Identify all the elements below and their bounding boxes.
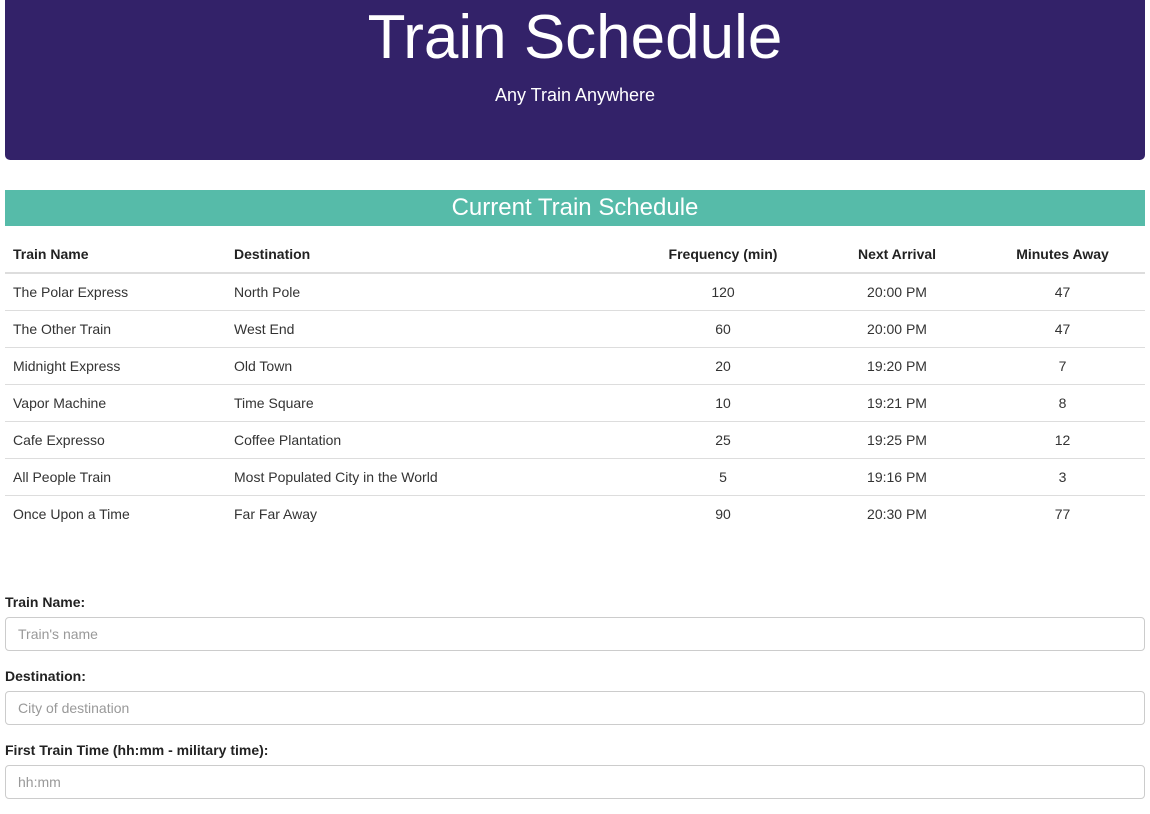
- cell-destination: North Pole: [234, 284, 301, 300]
- column-header-destination: Destination: [226, 236, 632, 274]
- first-train-time-label: First Train Time (hh:mm - military time)…: [5, 742, 269, 758]
- cell-destination: Most Populated City in the World: [226, 458, 632, 496]
- cell-next-arrival: 20:00 PM: [867, 284, 927, 300]
- cell-next-arrival: 19:20 PM: [814, 347, 980, 385]
- cell-next-arrival: 19:16 PM: [814, 458, 980, 496]
- cell-frequency: 25: [632, 421, 814, 459]
- destination-label: Destination:: [5, 668, 86, 684]
- cell-frequency: 90: [632, 495, 814, 532]
- cell-destination: Time Square: [226, 384, 632, 422]
- table-row: The Other Train West End 60 20:00 PM 47: [5, 310, 1145, 348]
- cell-train-name: All People Train: [5, 458, 226, 496]
- cell-next-arrival: 19:25 PM: [814, 421, 980, 459]
- cell-minutes-away: 12: [980, 421, 1145, 459]
- column-header-frequency: Frequency (min): [632, 236, 814, 274]
- column-header-train-name: Train Name: [5, 236, 226, 274]
- cell-minutes-away: 77: [980, 495, 1145, 532]
- cell-destination: Far Far Away: [226, 495, 632, 532]
- cell-train-name: Midnight Express: [5, 347, 226, 385]
- cell-minutes-away: 7: [980, 347, 1145, 385]
- cell-train-name: Once Upon a Time: [5, 495, 226, 532]
- cell-destination: West End: [226, 310, 632, 348]
- cell-destination: Coffee Plantation: [226, 421, 632, 459]
- page-title: Train Schedule: [367, 3, 783, 72]
- column-header-minutes-away: Minutes Away: [980, 236, 1145, 274]
- cell-minutes-away: 3: [980, 458, 1145, 496]
- table-row: The Polar Express North Pole 120 20:00 PM 47: [5, 273, 1145, 311]
- cell-minutes-away: 47: [980, 310, 1145, 348]
- cell-frequency: 20: [632, 347, 814, 385]
- page-header: Train Schedule Any Train Anywhere: [5, 0, 1145, 160]
- table-row: All People Train Most Populated City in t…: [5, 458, 1145, 496]
- table-header-row: Train Name Destination Frequency (min) N…: [5, 236, 1145, 274]
- cell-minutes-away: 8: [980, 384, 1145, 422]
- table-row: Cafe Expresso Coffee Plantation 25 19:25 PM…: [5, 421, 1145, 459]
- cell-train-name: Cafe Expresso: [5, 421, 226, 459]
- destination-group: Destination:: [5, 666, 1145, 725]
- cell-next-arrival: 20:00 PM: [814, 310, 980, 348]
- cell-frequency: 120: [711, 284, 735, 300]
- table-row: Vapor Machine Time Square 10 19:21 PM 8: [5, 384, 1145, 422]
- add-train-form: Train Name: Destination: First Train Tim…: [5, 592, 1145, 814]
- schedule-body: The Polar Express North Pole 120 20:00 PM 47…: [5, 273, 1145, 532]
- table-row: Once Upon a Time Far Far Away 90 20:30 PM 77: [5, 495, 1145, 532]
- cell-frequency: 10: [632, 384, 814, 422]
- cell-minutes-away: 47: [1054, 284, 1071, 300]
- train-name-group: Train Name:: [5, 592, 1145, 651]
- schedule-table: Train Name Destination Frequency (min) N…: [5, 236, 1145, 532]
- page-subtitle: Any Train Anywhere: [494, 85, 656, 105]
- cell-frequency: 5: [632, 458, 814, 496]
- cell-next-arrival: 20:30 PM: [814, 495, 980, 532]
- train-name-label: Train Name:: [5, 594, 86, 610]
- column-header-next-arrival: Next Arrival: [814, 236, 980, 274]
- table-row: Midnight Express Old Town 20 19:20 PM 7: [5, 347, 1145, 385]
- cell-train-name: The Polar Express: [13, 284, 129, 300]
- first-train-time-input[interactable]: [5, 765, 1145, 799]
- destination-input[interactable]: [5, 691, 1145, 725]
- cell-train-name: Vapor Machine: [5, 384, 226, 422]
- cell-destination: Old Town: [226, 347, 632, 385]
- cell-next-arrival: 19:21 PM: [814, 384, 980, 422]
- first-train-time-group: First Train Time (hh:mm - military time)…: [5, 740, 1145, 799]
- train-name-input[interactable]: [5, 617, 1145, 651]
- schedule-heading: Current Train Schedule: [5, 190, 1145, 226]
- cell-train-name: The Other Train: [5, 310, 226, 348]
- cell-frequency: 60: [632, 310, 814, 348]
